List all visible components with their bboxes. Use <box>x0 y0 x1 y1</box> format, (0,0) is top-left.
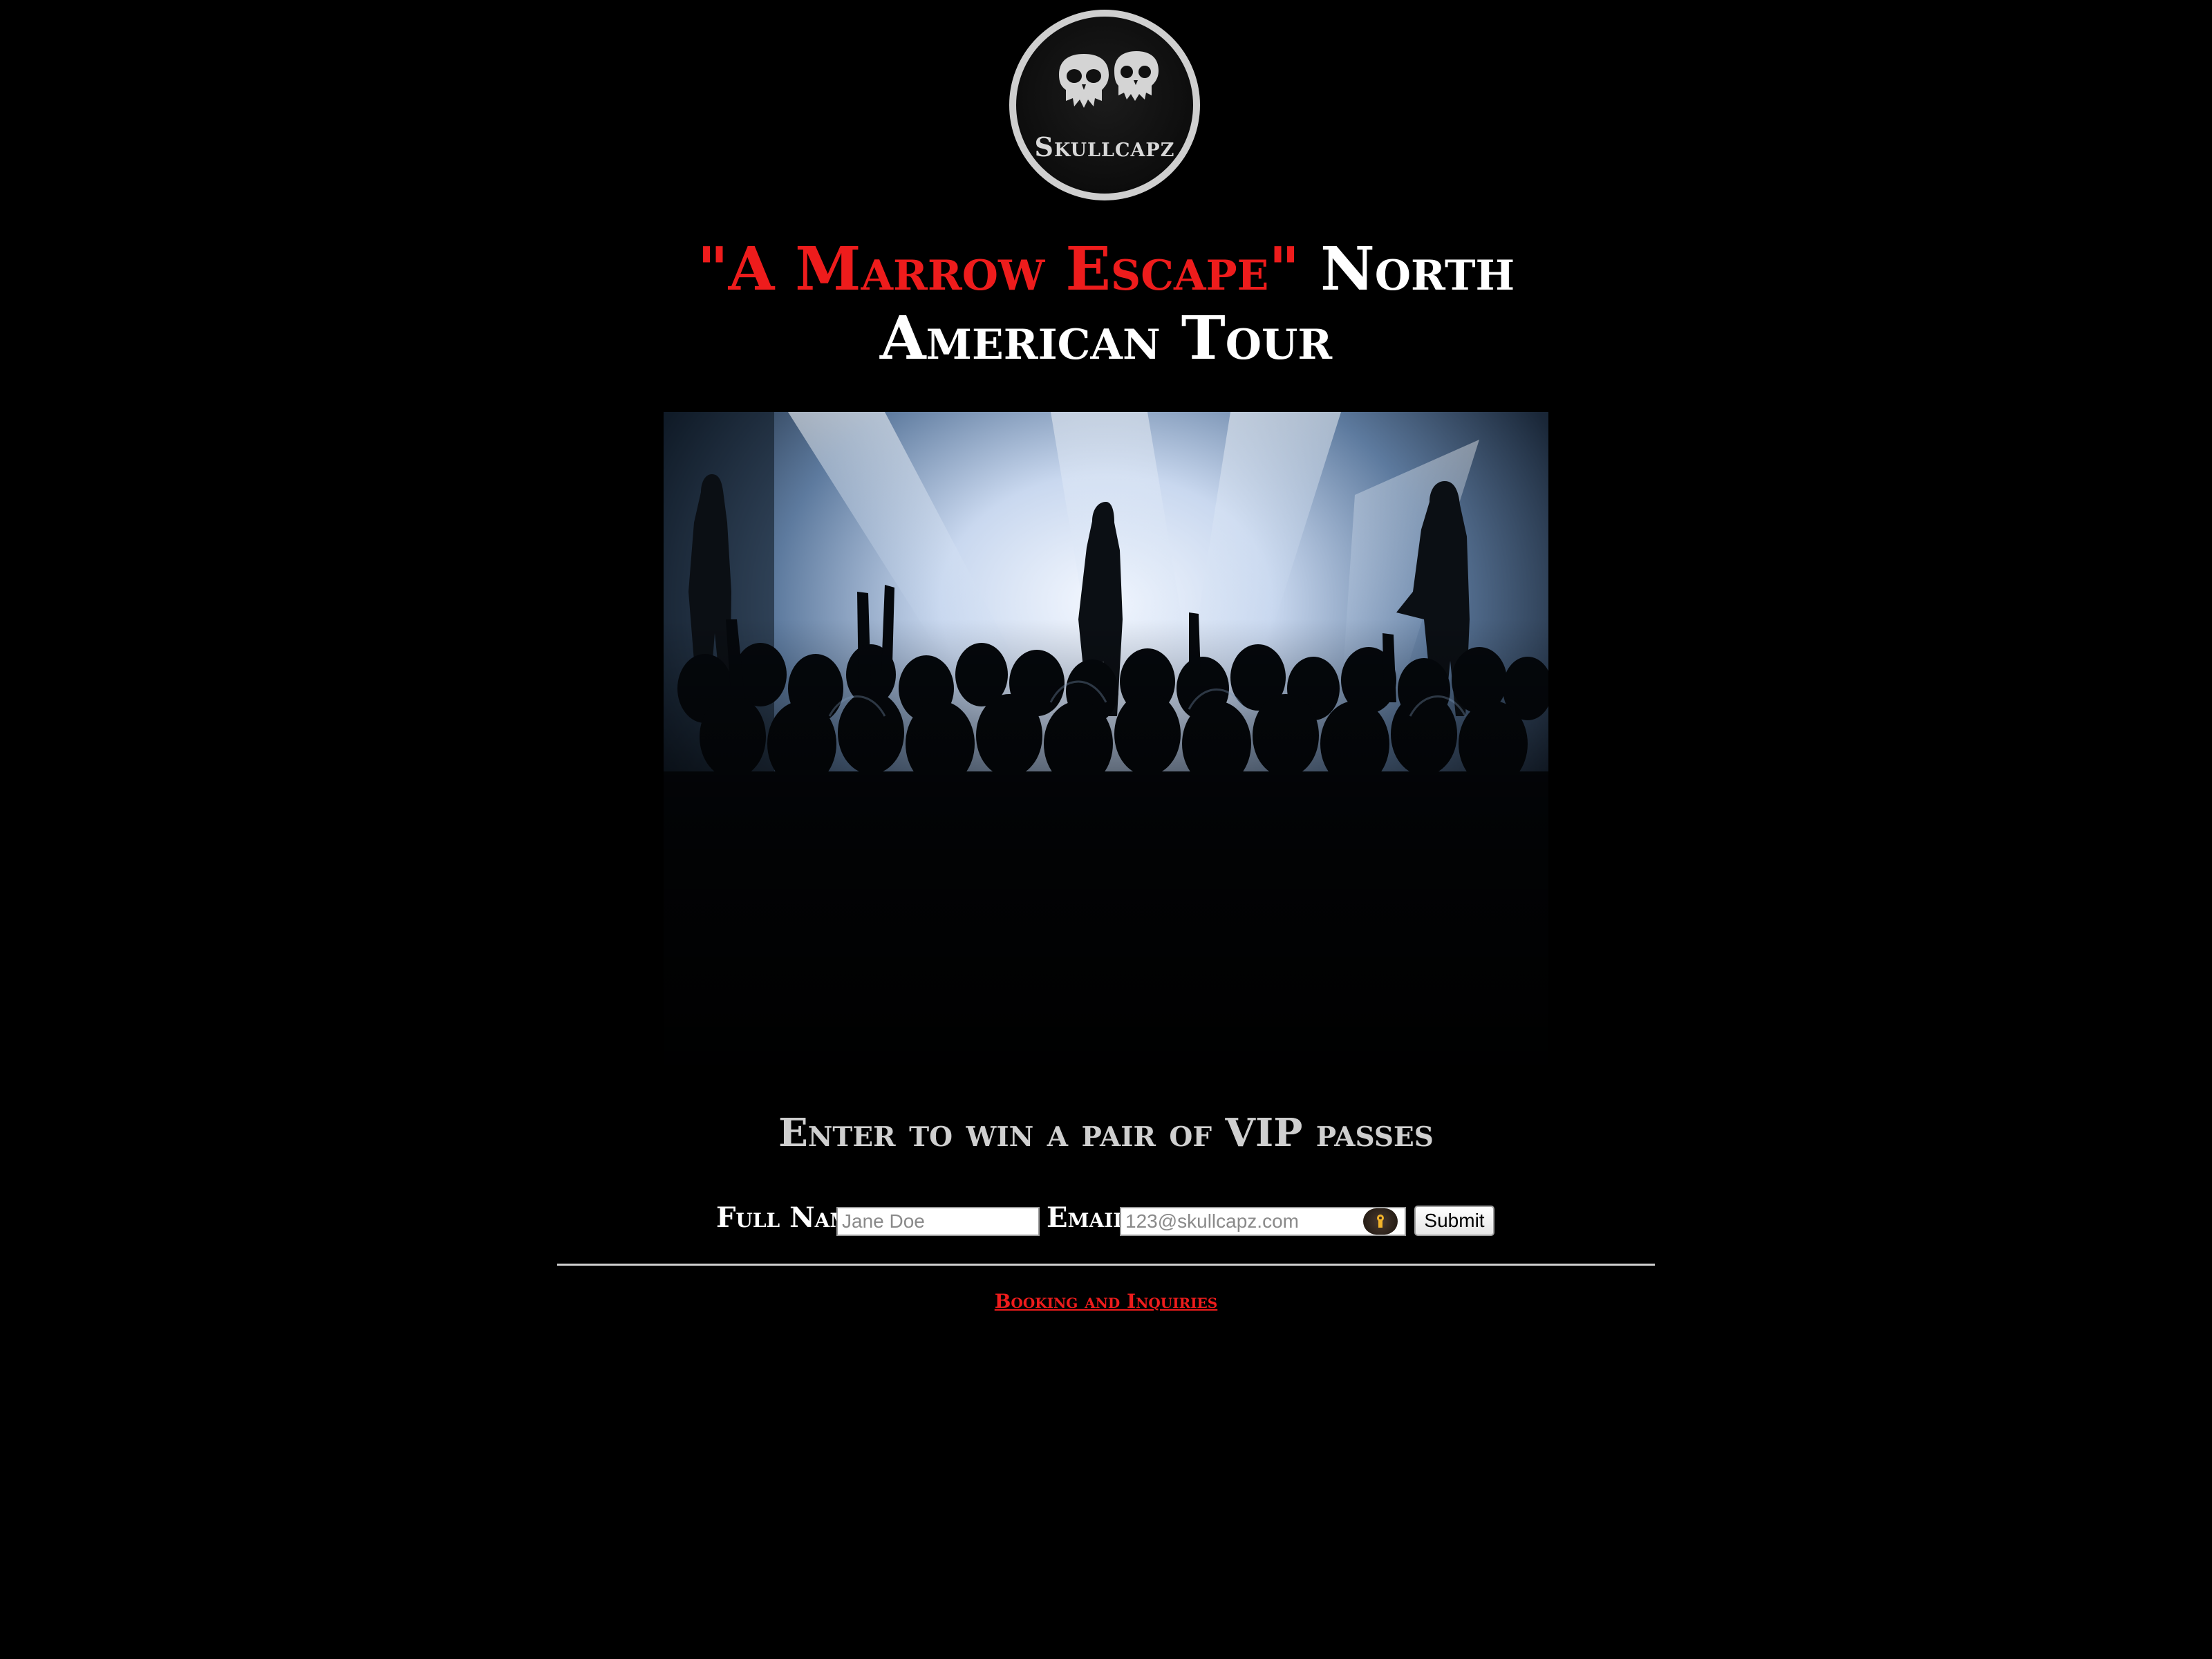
skullcapz-logo: Skullcapz <box>1009 10 1200 200</box>
password-manager-key-icon[interactable] <box>1363 1208 1398 1235</box>
logo-text: Skullcapz <box>1034 131 1175 162</box>
submit-button[interactable]: Submit <box>1414 1206 1494 1236</box>
divider <box>557 1264 1655 1266</box>
concert-photo <box>664 412 1548 1092</box>
promo-subtitle: Enter to win a pair of VIP passes <box>778 1110 1434 1156</box>
skull-icons <box>1059 51 1159 108</box>
tour-name: "A Marrow Escape" <box>697 234 1300 304</box>
page-title: "A Marrow Escape" North American Tour <box>622 235 1590 373</box>
booking-inquiries-link[interactable]: Booking and Inquiries <box>0 1290 2212 1313</box>
vip-entry-form: Full Name: Email: Submit <box>0 1199 2212 1240</box>
keyhole-icon <box>1377 1215 1384 1228</box>
full-name-input[interactable] <box>836 1207 1040 1236</box>
